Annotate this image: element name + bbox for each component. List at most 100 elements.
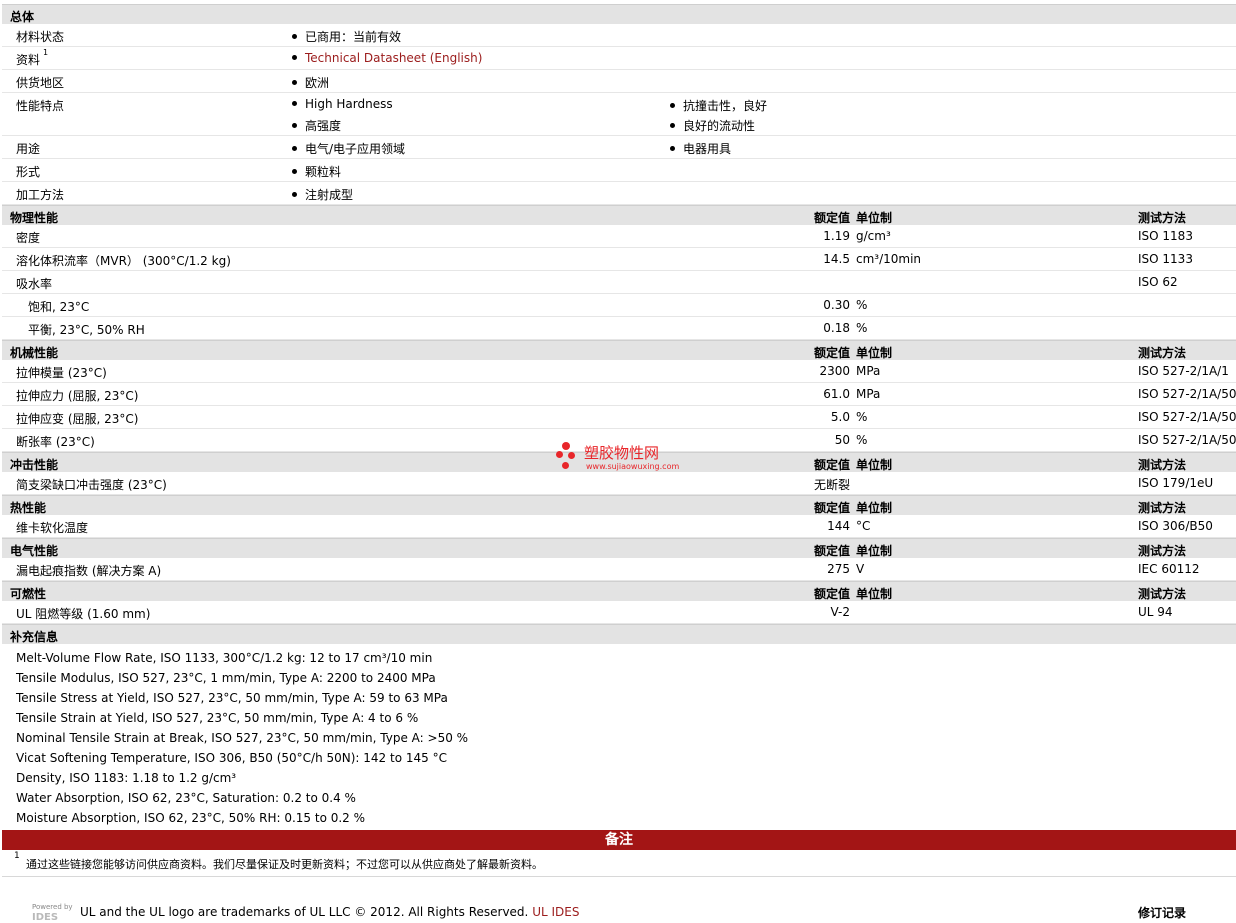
footnote-text: 通过这些链接您能够访问供应商资料。我们尽量保证及时更新资料；不过您可以从供应商处…	[26, 858, 543, 871]
row-unit: %	[856, 298, 868, 312]
row-label: 吸水率	[16, 277, 53, 291]
header-unit: 单位制	[856, 458, 893, 472]
revision-history-link[interactable]: 修订记录	[1138, 904, 1186, 921]
row-label: 形式	[16, 165, 41, 179]
header-value: 额定值	[813, 501, 850, 515]
section-title: 物理性能	[10, 211, 59, 225]
bullet-item: 电气/电子应用领域	[292, 140, 405, 157]
row-label: 密度	[16, 231, 41, 245]
row-value: 2300	[819, 364, 850, 378]
row-value: 5.0	[830, 410, 850, 424]
technical-datasheet-link[interactable]: Technical Datasheet (English)	[292, 51, 482, 65]
section-header-mechanical: 机械性能 额定值 单位制 测试方法	[2, 340, 1236, 360]
row-label: UL 阻燃等级 (1.60 mm)	[16, 607, 151, 621]
general-row-processing: 加工方法 注射成型	[2, 182, 1236, 205]
footnote-mark: 1	[14, 851, 20, 861]
row-value: V-2	[830, 605, 850, 619]
row-test: ISO 1133	[1138, 252, 1193, 266]
header-value: 额定值	[813, 458, 850, 472]
property-subrow: 平衡, 23°C, 50% RH 0.18 %	[2, 317, 1236, 340]
row-unit: g/cm³	[856, 229, 891, 243]
watermark-url: www.sujiaowuxing.com	[586, 462, 680, 471]
section-title: 可燃性	[10, 587, 47, 601]
ul-ides-logo-icon: Powered by IDES	[32, 903, 73, 923]
section-header-electrical: 电气性能 额定值 单位制 测试方法	[2, 538, 1236, 558]
watermark: 塑胶物性网 www.sujiaowuxing.com	[556, 440, 696, 476]
header-unit: 单位制	[856, 211, 893, 225]
general-row-literature: 资料1 Technical Datasheet (English)	[2, 47, 1236, 70]
row-label: 断张率 (23°C)	[16, 435, 95, 449]
property-row: 拉伸应变 (屈服, 23°C) 5.0 % ISO 527-2/1A/50	[2, 406, 1236, 429]
row-unit: V	[856, 562, 865, 576]
row-label: 简支梁缺口冲击强度 (23°C)	[16, 478, 167, 492]
section-header-flammability: 可燃性 额定值 单位制 测试方法	[2, 581, 1236, 601]
general-row-uses: 用途 电气/电子应用领域 电器用具	[2, 136, 1236, 159]
row-test: ISO 1183	[1138, 229, 1193, 243]
watermark-name: 塑胶物性网	[584, 444, 660, 462]
row-test: UL 94	[1138, 605, 1173, 619]
header-value: 额定值	[813, 211, 850, 225]
bullet-item: 电器用具	[670, 140, 731, 157]
bullet-item: 颗粒料	[292, 163, 341, 180]
row-unit: °C	[856, 519, 871, 533]
row-label: 平衡, 23°C, 50% RH	[28, 323, 145, 337]
supplemental-line: Tensile Modulus, ISO 527, 23°C, 1 mm/min…	[16, 671, 436, 685]
row-label: 拉伸应变 (屈服, 23°C)	[16, 412, 139, 426]
header-unit: 单位制	[856, 544, 893, 558]
header-unit: 单位制	[856, 346, 893, 360]
supplemental-line: Nominal Tensile Strain at Break, ISO 527…	[16, 731, 469, 745]
supplemental-list: Melt-Volume Flow Rate, ISO 1133, 300°C/1…	[2, 644, 1236, 830]
section-header-physical: 物理性能 额定值 单位制 测试方法	[2, 205, 1236, 225]
header-test: 测试方法	[1138, 211, 1187, 225]
header-unit: 单位制	[856, 587, 893, 601]
supplemental-line: Water Absorption, ISO 62, 23°C, Saturati…	[16, 791, 356, 805]
row-label: 加工方法	[16, 188, 65, 202]
header-test: 测试方法	[1138, 346, 1187, 360]
property-row: 拉伸应力 (屈服, 23°C) 61.0 MPa ISO 527-2/1A/50	[2, 383, 1236, 406]
general-row-status: 材料状态 已商用：当前有效	[2, 24, 1236, 47]
header-test: 测试方法	[1138, 544, 1187, 558]
row-label: 溶化体积流率（MVR） (300°C/1.2 kg)	[16, 254, 231, 268]
supplemental-line: Melt-Volume Flow Rate, ISO 1133, 300°C/1…	[16, 651, 433, 665]
row-value: 0.18	[823, 321, 850, 335]
section-title: 电气性能	[10, 544, 59, 558]
row-test: ISO 527-2/1A/50	[1138, 410, 1236, 424]
supplemental-line: Tensile Strain at Yield, ISO 527, 23°C, …	[16, 711, 419, 725]
row-unit: %	[856, 410, 868, 424]
row-label: 拉伸模量 (23°C)	[16, 366, 107, 380]
header-value: 额定值	[813, 544, 850, 558]
section-header-supplemental: 补充信息	[2, 624, 1236, 644]
row-value: 50	[834, 433, 850, 447]
notes-header: 备注	[2, 830, 1236, 850]
general-row-form: 形式 颗粒料	[2, 159, 1236, 182]
row-test: ISO 527-2/1A/50	[1138, 387, 1236, 401]
supplemental-line: Vicat Softening Temperature, ISO 306, B5…	[16, 751, 447, 765]
row-test: ISO 179/1eU	[1138, 476, 1214, 490]
bullet-item: 注射成型	[292, 186, 353, 203]
row-test: ISO 527-2/1A/1	[1138, 364, 1229, 378]
row-test: ISO 306/B50	[1138, 519, 1213, 533]
section-title: 冲击性能	[10, 458, 59, 472]
header-test: 测试方法	[1138, 587, 1187, 601]
row-value: 0.30	[823, 298, 850, 312]
bullet-item: 抗撞击性，良好	[670, 97, 767, 114]
row-unit: cm³/10min	[856, 252, 922, 266]
row-test: ISO 527-2/1A/50	[1138, 433, 1236, 447]
row-test: IEC 60112	[1138, 562, 1200, 576]
footnote: 1 通过这些链接您能够访问供应商资料。我们尽量保证及时更新资料；不过您可以从供应…	[2, 850, 1236, 877]
row-label: 拉伸应力 (屈服, 23°C)	[16, 389, 139, 403]
property-row: 吸水率 ISO 62	[2, 271, 1236, 294]
footnote-ref: 1	[43, 48, 49, 57]
header-value: 额定值	[813, 587, 850, 601]
supplemental-line: Density, ISO 1183: 1.18 to 1.2 g/cm³	[16, 771, 237, 785]
property-row: 拉伸模量 (23°C) 2300 MPa ISO 527-2/1A/1	[2, 360, 1236, 383]
row-value: 14.5	[823, 252, 850, 266]
section-title: 补充信息	[10, 630, 59, 644]
row-label: 供货地区	[16, 76, 65, 90]
row-label: 用途	[16, 142, 41, 156]
row-value: 1.19	[823, 229, 850, 243]
row-label: 漏电起痕指数 (解决方案 A)	[16, 564, 162, 578]
row-label: 材料状态	[16, 30, 65, 44]
bullet-item: High Hardness	[292, 97, 393, 111]
header-test: 测试方法	[1138, 458, 1187, 472]
